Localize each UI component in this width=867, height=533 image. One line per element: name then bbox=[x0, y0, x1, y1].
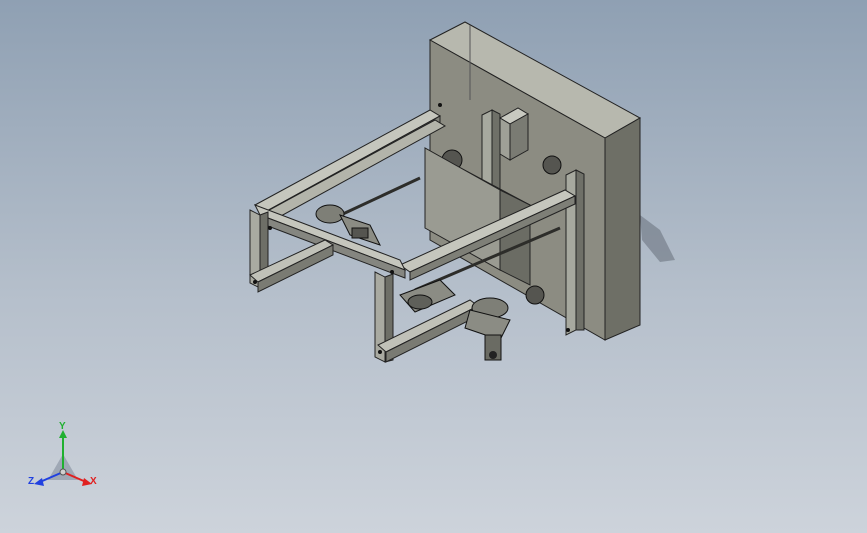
axis-triad[interactable] bbox=[26, 420, 106, 500]
triad-y-label: Y bbox=[59, 421, 66, 432]
cad-model-render[interactable] bbox=[0, 0, 867, 533]
bolt-hole bbox=[566, 328, 570, 332]
bolt-hole bbox=[268, 226, 272, 230]
triad-x-label: X bbox=[90, 476, 97, 487]
pulley-mid[interactable] bbox=[542, 155, 562, 175]
frame-rail-top-front[interactable] bbox=[259, 119, 447, 223]
gripper-right[interactable] bbox=[464, 297, 511, 361]
bolt-hole bbox=[253, 280, 257, 284]
pulley-lower[interactable] bbox=[525, 285, 545, 305]
bolt-hole bbox=[378, 350, 382, 354]
model-shadow bbox=[640, 215, 675, 262]
cad-viewport[interactable]: Y X Z bbox=[0, 0, 867, 533]
bolt-hole bbox=[438, 103, 442, 107]
bolt-hole bbox=[390, 270, 394, 274]
triad-z-label: Z bbox=[28, 476, 35, 487]
gripper-center[interactable] bbox=[399, 279, 456, 313]
servo-motor[interactable] bbox=[499, 107, 529, 161]
